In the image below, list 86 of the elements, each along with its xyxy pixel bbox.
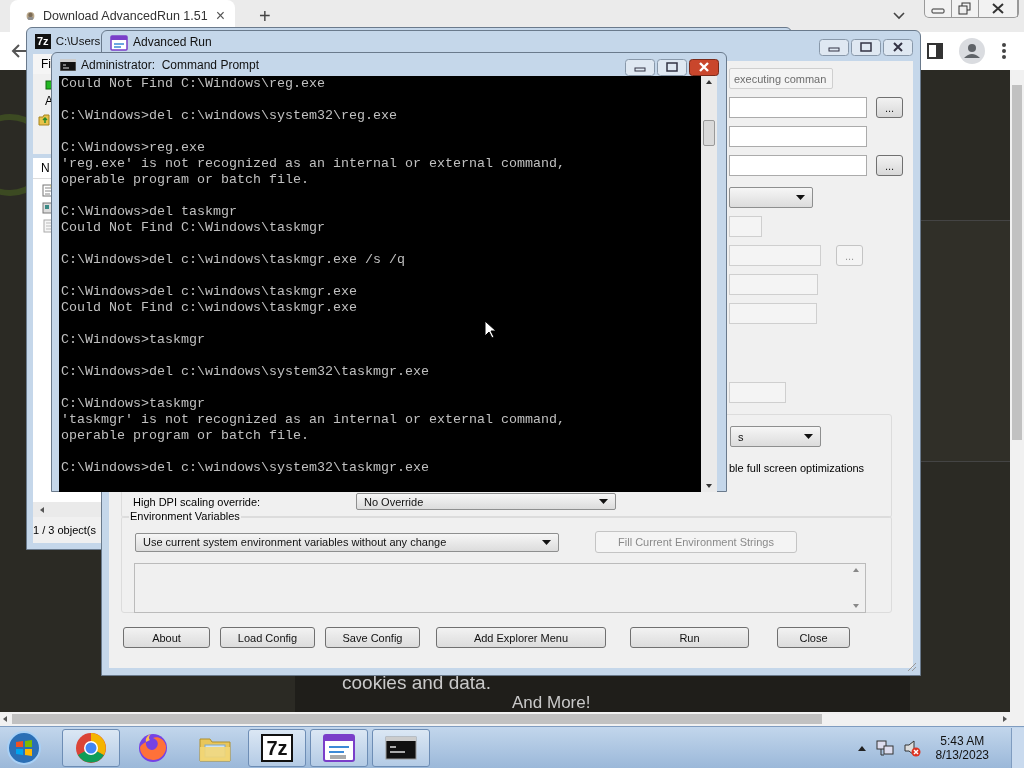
- console-line: operable program or batch file.: [61, 428, 310, 444]
- window-title: Advanced Run: [133, 35, 212, 49]
- app-window-icon: [110, 35, 128, 51]
- group-title: Environment Variables: [129, 510, 241, 522]
- field-label: High DPI scaling override:: [133, 495, 262, 508]
- dropdown-arrow-icon[interactable]: [542, 539, 551, 545]
- dropdown[interactable]: No Override: [356, 493, 616, 510]
- dialog-button[interactable]: Run: [630, 627, 749, 648]
- console-line: operable program or batch file.: [61, 172, 310, 188]
- horizontal-scrollbar[interactable]: [0, 712, 1024, 726]
- console-line: C:\Windows>taskmgr: [61, 332, 206, 348]
- resize-grip-icon[interactable]: [907, 662, 917, 672]
- dropdown-value: s: [738, 430, 744, 443]
- clock-date: 8/13/2023: [935, 747, 989, 762]
- round-browser-icon[interactable]: [75, 731, 107, 764]
- console-line: C:\Windows>del c:\windows\system32\taskmgr.exe: [61, 460, 430, 476]
- network-icon[interactable]: [875, 738, 894, 757]
- console-line: C:\Windows>del c:\windows\system32\taskmgr.exe: [61, 364, 430, 380]
- dropdown[interactable]: s: [730, 426, 821, 447]
- dropdown-arrow-icon[interactable]: [796, 195, 805, 200]
- console-line: C:\Windows>reg.exe: [61, 140, 206, 156]
- console-line: Could Not Find C:\Windows\taskmgr: [61, 220, 326, 236]
- dialog-button[interactable]: Load Config: [220, 627, 315, 648]
- taskbar-button[interactable]: [372, 728, 430, 767]
- speaker-muted-icon[interactable]: [902, 738, 921, 757]
- browse-button[interactable]: ...: [876, 97, 903, 118]
- mouse-pointer-icon: [484, 320, 496, 339]
- close-tab-button[interactable]: ×: [215, 7, 225, 25]
- clock[interactable]: 5:43 AM 8/13/2023: [935, 733, 989, 762]
- maximize-icon[interactable]: [851, 39, 881, 56]
- banner-text: cookies and data.: [342, 672, 492, 694]
- app-logo: 7z: [35, 33, 51, 49]
- maximize-icon[interactable]: [657, 59, 687, 76]
- scroll-thumb[interactable]: [703, 120, 715, 146]
- minimize-icon[interactable]: [625, 59, 655, 76]
- tab-title: Download AdvancedRun 1.51: [42, 9, 208, 23]
- menu-item[interactable]: Fi: [41, 57, 51, 71]
- input-field[interactable]: [729, 155, 867, 176]
- dropdown-value: No Override: [364, 495, 424, 508]
- fox-browser-icon[interactable]: [137, 731, 169, 764]
- taskbar-button[interactable]: 7z: [248, 728, 306, 767]
- checkbox-label[interactable]: ble full screen optimizations: [729, 462, 865, 474]
- close-icon[interactable]: [883, 39, 913, 56]
- banner-text: And More!: [511, 694, 592, 712]
- input-field[interactable]: [729, 126, 867, 147]
- clock-time: 5:43 AM: [940, 733, 985, 748]
- taskbar-button[interactable]: [310, 728, 368, 767]
- avatar-icon[interactable]: [959, 38, 985, 64]
- minimize-icon[interactable]: [819, 39, 849, 56]
- back-arrow-icon[interactable]: [11, 43, 27, 59]
- dropdown[interactable]: Use current system environment variables without any change: [135, 532, 559, 552]
- console-line: C:\Windows>taskmgr: [61, 396, 206, 412]
- vertical-scrollbar[interactable]: [1010, 70, 1024, 712]
- console-icon[interactable]: [385, 735, 417, 760]
- console-icon: [60, 58, 76, 71]
- console-line: 'reg.exe' is not recognized as an internal or external command,: [61, 156, 566, 172]
- menu-icon[interactable]: [1001, 42, 1007, 60]
- vertical-scrollbar[interactable]: [701, 76, 717, 492]
- dialog-button[interactable]: Save Config: [325, 627, 420, 648]
- new-tab-button[interactable]: +: [259, 4, 271, 28]
- window-title: C:\Users: [55, 35, 101, 47]
- console-line: 'taskmgr' is not recognized as an internal or external command,: [61, 412, 566, 428]
- dialog-button[interactable]: About: [123, 627, 210, 648]
- app-logo: 7z: [261, 733, 293, 762]
- folder-up-icon[interactable]: [38, 112, 50, 126]
- scroll-thumb[interactable]: [1012, 85, 1022, 440]
- dialog-button[interactable]: Add Explorer Menu: [436, 627, 606, 648]
- chevron-down-icon[interactable]: [892, 11, 906, 21]
- console-line: C:\Windows>del c:\windows\taskmgr.exe /s /q: [61, 252, 406, 268]
- side-panel-icon[interactable]: [927, 43, 943, 59]
- combo-value: executing comman: [734, 72, 827, 85]
- start-button-icon[interactable]: [6, 729, 42, 766]
- console-line: C:\Windows>del c:\windows\taskmgr.exe: [61, 284, 358, 300]
- console-line: Could Not Find C:\Windows\reg.exe: [61, 76, 326, 92]
- input-field[interactable]: [729, 97, 867, 118]
- app-window-icon[interactable]: [322, 732, 356, 763]
- window-title: Administrator: Command Prompt: [81, 57, 260, 72]
- console-line: Could Not Find c:\windows\taskmgr.exe: [61, 300, 358, 316]
- dropdown-arrow-icon[interactable]: [599, 499, 608, 504]
- browse-button[interactable]: ...: [876, 155, 903, 176]
- dropdown-arrow-icon[interactable]: [804, 434, 813, 439]
- console-line: C:\Windows>del taskmgr: [61, 204, 238, 220]
- console-line: C:\Windows>del c:\windows\system32\reg.exe: [61, 108, 398, 124]
- close-icon[interactable]: [689, 59, 719, 76]
- dialog-button[interactable]: Close: [777, 627, 850, 648]
- scroll-thumb[interactable]: [12, 714, 822, 724]
